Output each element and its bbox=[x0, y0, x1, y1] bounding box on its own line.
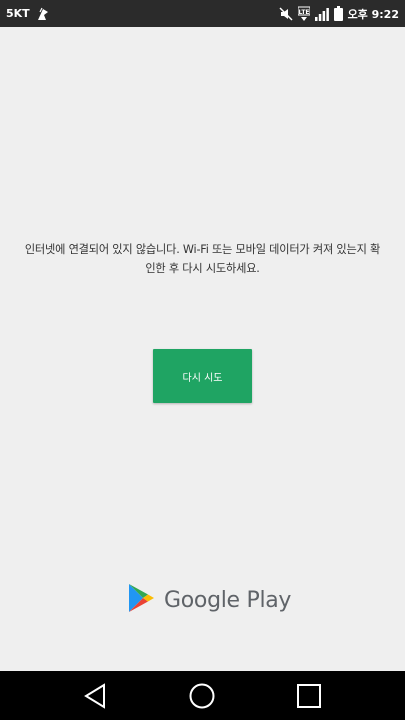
home-icon[interactable] bbox=[187, 681, 217, 711]
back-icon[interactable] bbox=[80, 681, 110, 711]
carrier-label: 5KT bbox=[6, 7, 30, 20]
battery-icon bbox=[333, 6, 343, 21]
retry-button[interactable]: 다시 시도 bbox=[153, 349, 252, 403]
mute-icon bbox=[279, 6, 293, 21]
notification-icon bbox=[35, 6, 51, 22]
google-play-branding: Google Play bbox=[128, 584, 291, 616]
google-play-wordmark: Google Play bbox=[164, 587, 292, 613]
status-bar-left: 5KT bbox=[6, 6, 51, 22]
clock-label: 오후 9:22 bbox=[347, 7, 399, 21]
recents-icon[interactable] bbox=[294, 681, 324, 711]
navigation-bar bbox=[0, 671, 405, 720]
status-bar-right: LTE 오후 9:22 bbox=[279, 6, 399, 22]
no-connection-message: 인터넷에 연결되어 있지 않습니다. Wi-Fi 또는 모바일 데이터가 켜져 … bbox=[24, 243, 381, 275]
status-bar: 5KT LTE 오후 9:22 bbox=[0, 0, 405, 27]
signal-icon bbox=[314, 7, 329, 21]
google-play-logo-icon bbox=[128, 583, 155, 617]
lte-icon: LTE bbox=[297, 6, 310, 22]
svg-text:LTE: LTE bbox=[298, 9, 309, 16]
